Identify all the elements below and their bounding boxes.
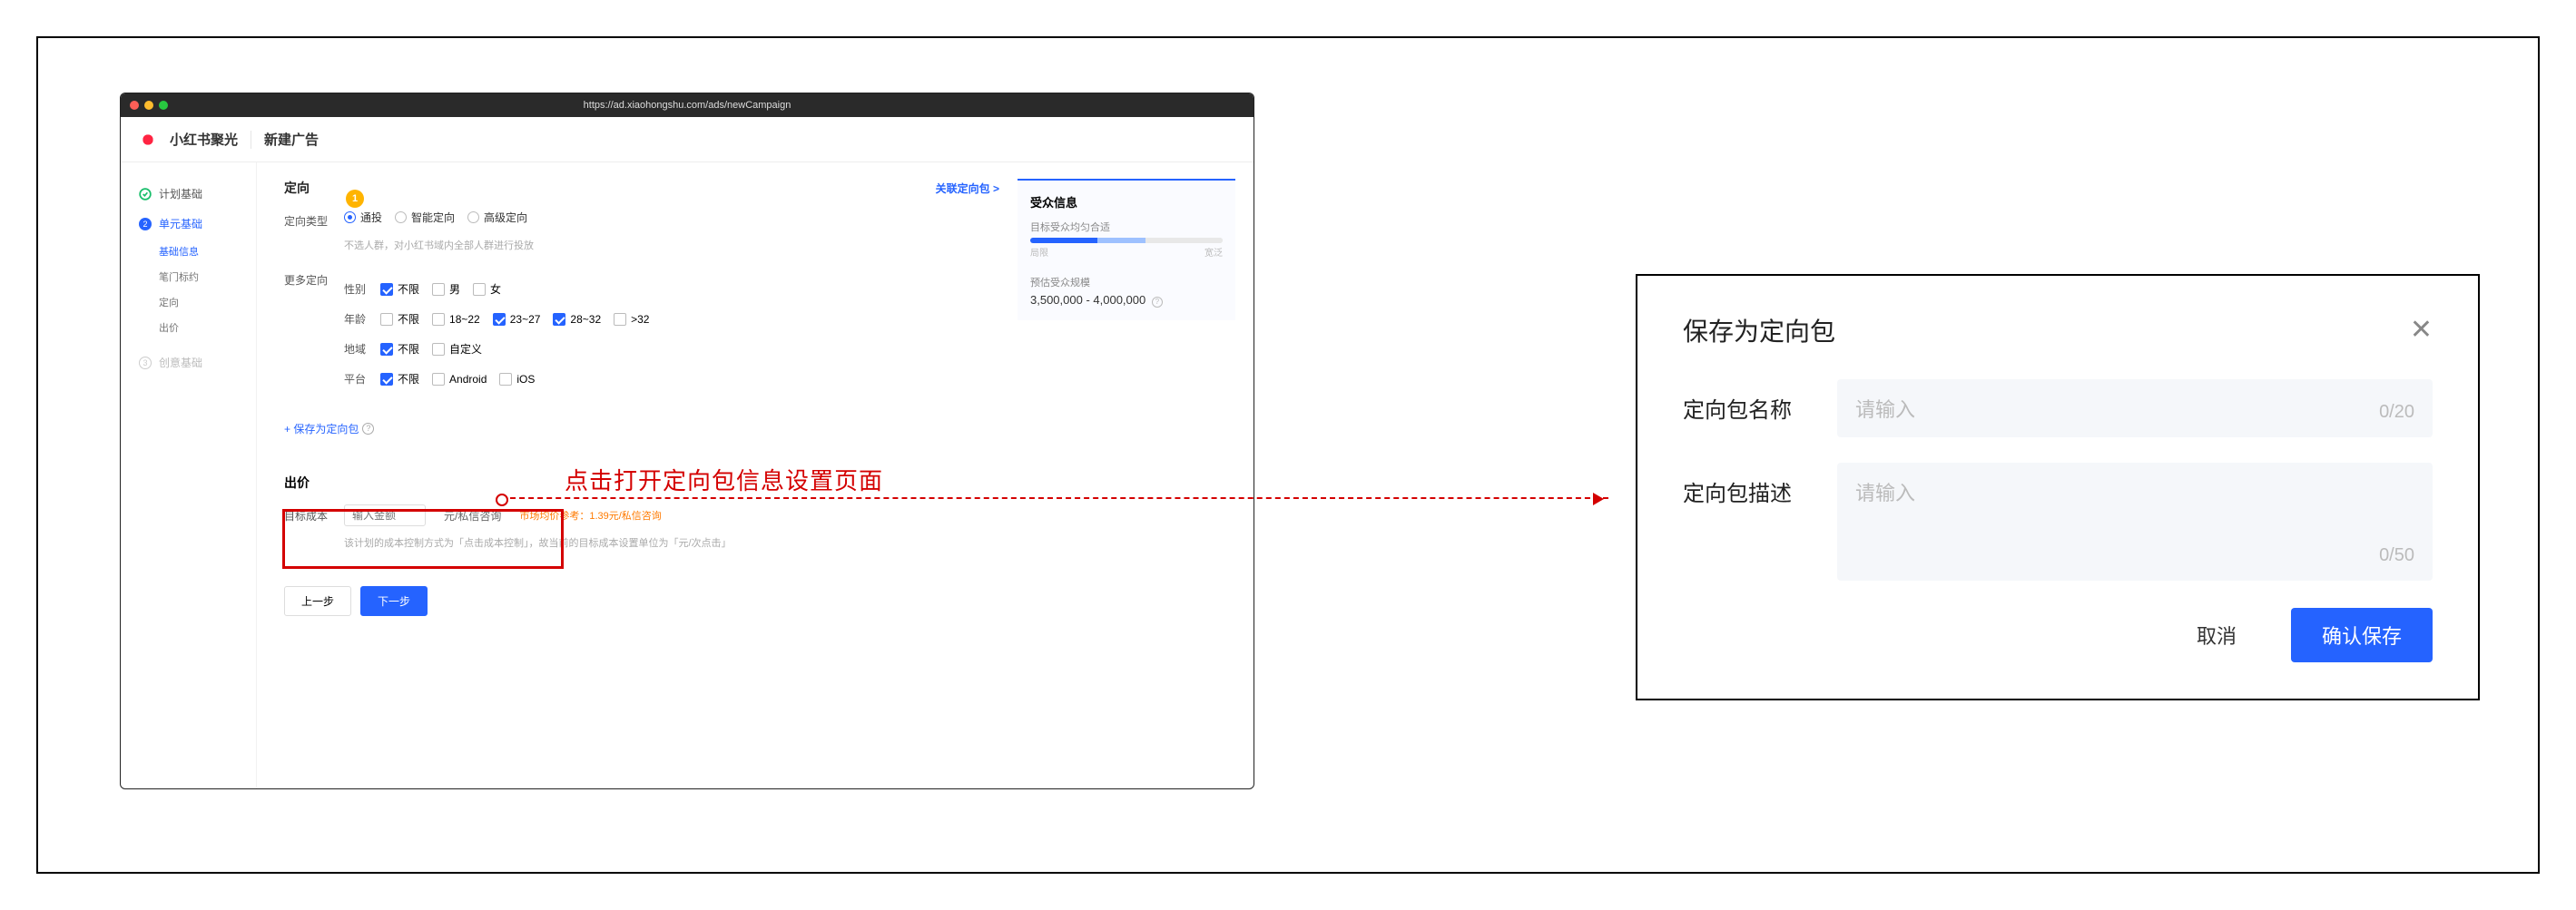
pack-name-field: 定向包名称 请输入 0/20 <box>1683 379 2433 437</box>
annotation-text: 点击打开定向包信息设置页面 <box>565 463 883 496</box>
aside-title: 受众信息 <box>1030 193 1223 210</box>
pack-desc-input[interactable]: 请输入 0/50 <box>1837 463 2433 581</box>
type-hint: 不选人群，对小红书域内全部人群进行投放 <box>344 238 999 252</box>
aside-sub2: 预估受众规模 <box>1030 275 1223 289</box>
help-icon[interactable]: ? <box>1152 297 1163 308</box>
sidebar: 计划基础 2 单元基础 基础信息 笔门标约 定向 出价 3 创意基础 <box>121 162 257 788</box>
close-dot-icon[interactable] <box>130 101 139 110</box>
pack-desc-field: 定向包描述 请输入 0/50 <box>1683 463 2433 581</box>
sidebar-sub-bid[interactable]: 出价 <box>121 315 256 340</box>
targeting-type-row: 定向类型 通投 智能定向 高级定向 <box>284 210 999 229</box>
chk-gender-female[interactable]: 女 <box>473 281 501 297</box>
cost-unit: 元/私信咨询 <box>444 508 501 523</box>
sidebar-sub-note[interactable]: 笔门标约 <box>121 264 256 289</box>
char-counter: 0/50 <box>2379 545 2414 566</box>
field-label: 定向包描述 <box>1683 463 1837 507</box>
region-row: 地域 不限 自定义 <box>344 334 999 364</box>
brand-logo-icon <box>139 131 157 149</box>
char-counter: 0/20 <box>2379 402 2414 423</box>
chk-age-gt32[interactable]: >32 <box>614 313 649 326</box>
chk-plat-android[interactable]: Android <box>432 373 487 386</box>
step-circle-icon: 3 <box>139 357 152 369</box>
browser-window: https://ad.xiaohongshu.com/ads/newCampai… <box>120 93 1254 789</box>
radio-advanced[interactable]: 高级定向 <box>467 210 527 225</box>
step-badge: 1 <box>346 190 364 208</box>
annotation-arrow-icon <box>501 497 1608 499</box>
close-icon[interactable]: ✕ <box>2410 317 2433 344</box>
market-hint: 市场均价参考：1.39元/私信咨询 <box>519 508 661 523</box>
gender-row: 性别 不限 男 女 <box>344 274 999 304</box>
pack-name-input[interactable]: 请输入 0/20 <box>1837 379 2433 437</box>
traffic-lights <box>130 101 168 110</box>
save-pack-dialog: 保存为定向包 ✕ 定向包名称 请输入 0/20 定向包描述 请输入 0/50 取… <box>1636 274 2480 700</box>
sidebar-item-creative[interactable]: 3 创意基础 <box>121 347 256 377</box>
check-circle-icon <box>139 188 152 201</box>
page-title: 新建广告 <box>264 130 319 149</box>
save-as-pack-row: + 保存为定向包 ? <box>284 412 999 446</box>
target-cost-input[interactable] <box>344 504 426 526</box>
row-label: 目标成本 <box>284 504 344 523</box>
brand-name: 小红书聚光 <box>170 130 238 149</box>
radio-through[interactable]: 通投 <box>344 210 382 225</box>
age-row: 年龄 不限 18~22 23~27 28~32 >32 <box>344 304 999 334</box>
chk-gender-any[interactable]: 不限 <box>380 281 419 297</box>
field-label: 定向包名称 <box>1683 379 1837 424</box>
row-label: 更多定向 <box>284 269 344 288</box>
targeting-header: 定向 关联定向包 > <box>284 179 999 197</box>
next-button[interactable]: 下一步 <box>360 586 428 616</box>
dialog-footer: 取消 确认保存 <box>1683 608 2433 662</box>
sidebar-label: 创意基础 <box>159 355 202 370</box>
chk-age-28-32[interactable]: 28~32 <box>553 313 601 326</box>
chk-plat-any[interactable]: 不限 <box>380 371 419 387</box>
sidebar-label: 计划基础 <box>159 186 202 201</box>
cancel-button[interactable]: 取消 <box>2166 608 2267 662</box>
chk-age-23-27[interactable]: 23~27 <box>493 313 541 326</box>
step-circle-icon: 2 <box>139 218 152 230</box>
save-as-pack-link[interactable]: + 保存为定向包 ? <box>284 421 374 436</box>
associate-pack-link[interactable]: 关联定向包 > <box>936 181 999 196</box>
chk-age-any[interactable]: 不限 <box>380 311 419 327</box>
browser-chrome: https://ad.xiaohongshu.com/ads/newCampai… <box>121 93 1254 117</box>
url-bar[interactable]: https://ad.xiaohongshu.com/ads/newCampai… <box>584 100 791 111</box>
bid-note: 该计划的成本控制方式为「点击成本控制」，故当前的目标成本设置单位为「元/次点击」 <box>344 535 999 550</box>
dialog-title: 保存为定向包 <box>1683 312 1835 348</box>
zoom-dot-icon[interactable] <box>159 101 168 110</box>
section-title-text: 定向 <box>284 179 310 197</box>
platform-row: 平台 不限 Android iOS <box>344 364 999 394</box>
app-header: 小红书聚光 新建广告 <box>121 117 1254 162</box>
target-cost-row: 目标成本 元/私信咨询 市场均价参考：1.39元/私信咨询 <box>284 504 999 526</box>
audience-aside: 受众信息 目标受众均匀合适 局限 宽泛 预估受众规模 3,500,000 - 4… <box>1018 179 1235 320</box>
sidebar-sub-basic[interactable]: 基础信息 <box>121 239 256 264</box>
sidebar-label: 单元基础 <box>159 216 202 231</box>
help-icon[interactable]: ? <box>362 423 374 435</box>
chk-age-18-22[interactable]: 18~22 <box>432 313 480 326</box>
chk-plat-ios[interactable]: iOS <box>499 373 535 386</box>
aside-sub1: 目标受众均匀合适 <box>1030 220 1223 234</box>
more-targeting-row: 更多定向 性别 不限 男 女 年龄 不限 18~22 <box>284 269 999 394</box>
sidebar-item-plan[interactable]: 计划基础 <box>121 179 256 209</box>
prev-button[interactable]: 上一步 <box>284 586 351 616</box>
chk-gender-male[interactable]: 男 <box>432 281 460 297</box>
audience-estimate: 3,500,000 - 4,000,000 ? <box>1030 293 1223 308</box>
doc-frame: https://ad.xiaohongshu.com/ads/newCampai… <box>36 36 2540 874</box>
footer-buttons: 上一步 下一步 <box>284 586 999 616</box>
more-targeting-box: 性别 不限 男 女 年龄 不限 18~22 23~27 28~32 <box>344 274 999 394</box>
row-label: 定向类型 <box>284 210 344 229</box>
radio-smart[interactable]: 智能定向 <box>395 210 455 225</box>
audience-bar <box>1030 238 1223 243</box>
audience-scale: 局限 宽泛 <box>1030 245 1223 259</box>
dialog-header: 保存为定向包 ✕ <box>1683 312 2433 348</box>
chk-region-custom[interactable]: 自定义 <box>432 341 482 357</box>
sidebar-sub-target[interactable]: 定向 <box>121 289 256 315</box>
minimize-dot-icon[interactable] <box>144 101 153 110</box>
confirm-save-button[interactable]: 确认保存 <box>2291 608 2433 662</box>
chk-region-any[interactable]: 不限 <box>380 341 419 357</box>
sidebar-item-unit[interactable]: 2 单元基础 <box>121 209 256 239</box>
